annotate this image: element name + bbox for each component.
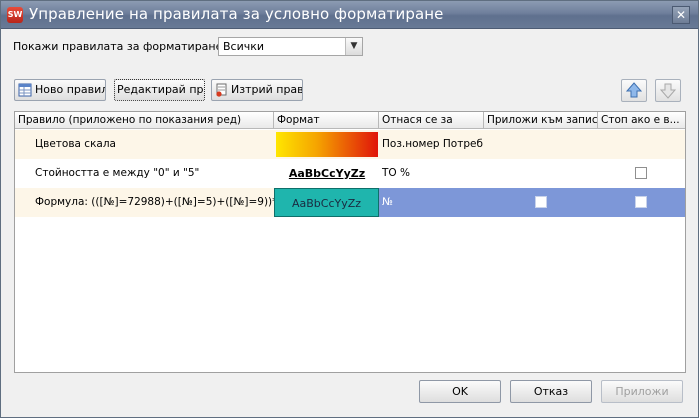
arrow-down-icon (659, 83, 677, 99)
applies-to-cell: № (382, 196, 393, 208)
format-sample: AaBbCcYyZz (274, 188, 379, 217)
column-header-rule[interactable]: Правило (приложено по показания ред) (15, 112, 274, 129)
delete-rule-label: Изтрий правило (231, 83, 302, 96)
move-up-button[interactable] (621, 79, 647, 102)
delete-rule-button[interactable]: Изтрий правило (211, 79, 303, 101)
rule-cell: Цветова скала (35, 138, 116, 150)
format-sample: AaBbCcYyZz (288, 167, 366, 180)
cancel-button[interactable]: Отказ (510, 380, 592, 403)
title-bar[interactable]: SW Управление на правилата за условно фо… (1, 1, 698, 29)
format-cell: AaBbCcYyZz (274, 188, 379, 217)
table-row[interactable]: Стойността е между "0" и "5" AaBbCcYyZz … (15, 159, 685, 188)
app-icon: SW (7, 7, 23, 23)
applies-to-cell: ТО % (382, 167, 410, 179)
dialog-window: SW Управление на правилата за условно фо… (0, 0, 699, 418)
arrow-up-icon (625, 82, 643, 98)
apply-to-record-checkbox[interactable] (535, 196, 547, 208)
show-rules-label: Покажи правилата за форматиране на: (13, 40, 244, 53)
column-header-apply-record[interactable]: Приложи към записа (484, 112, 598, 129)
rules-grid[interactable]: Правило (приложено по показания ред) Фор… (14, 111, 686, 373)
show-rules-value: Всички (223, 40, 265, 53)
color-scale-preview (276, 132, 378, 157)
close-button[interactable]: ✕ (672, 6, 690, 24)
stop-if-true-checkbox[interactable] (635, 196, 647, 208)
applies-to-cell: Поз.номер Потреб.Д (382, 138, 484, 150)
close-icon: ✕ (675, 8, 687, 22)
edit-rule-button[interactable]: Редактирай прави... (114, 79, 205, 101)
window-title: Управление на правилата за условно форма… (29, 5, 444, 23)
table-row[interactable]: Цветова скала Поз.номер Потреб.Д (15, 130, 685, 159)
ok-button[interactable]: OK (419, 380, 501, 403)
chevron-down-icon[interactable]: ▼ (345, 38, 362, 55)
new-rule-label: Ново правило (35, 83, 105, 96)
table-row[interactable]: Формула: (([№]=72988)+([№]=5)+([№]=9))*1… (15, 188, 685, 217)
move-down-button[interactable] (655, 79, 681, 102)
rule-cell: Стойността е между "0" и "5" (35, 167, 200, 179)
new-rule-icon (18, 83, 32, 97)
new-rule-button[interactable]: Ново правило (14, 79, 106, 101)
delete-rule-icon (216, 83, 227, 97)
format-cell: AaBbCcYyZz (275, 159, 379, 188)
column-header-format[interactable]: Формат (274, 112, 379, 129)
apply-button[interactable]: Приложи (601, 380, 683, 403)
column-header-stop[interactable]: Стоп ако е в... (598, 112, 685, 129)
show-rules-select[interactable]: Всички ▼ (218, 37, 363, 56)
column-header-applies-to[interactable]: Отнася се за (379, 112, 484, 129)
rule-cell: Формула: (([№]=72988)+([№]=5)+([№]=9))*1 (15, 188, 274, 217)
stop-if-true-checkbox[interactable] (635, 167, 647, 179)
edit-rule-label: Редактирай прави... (117, 83, 204, 96)
format-cell (275, 130, 379, 159)
